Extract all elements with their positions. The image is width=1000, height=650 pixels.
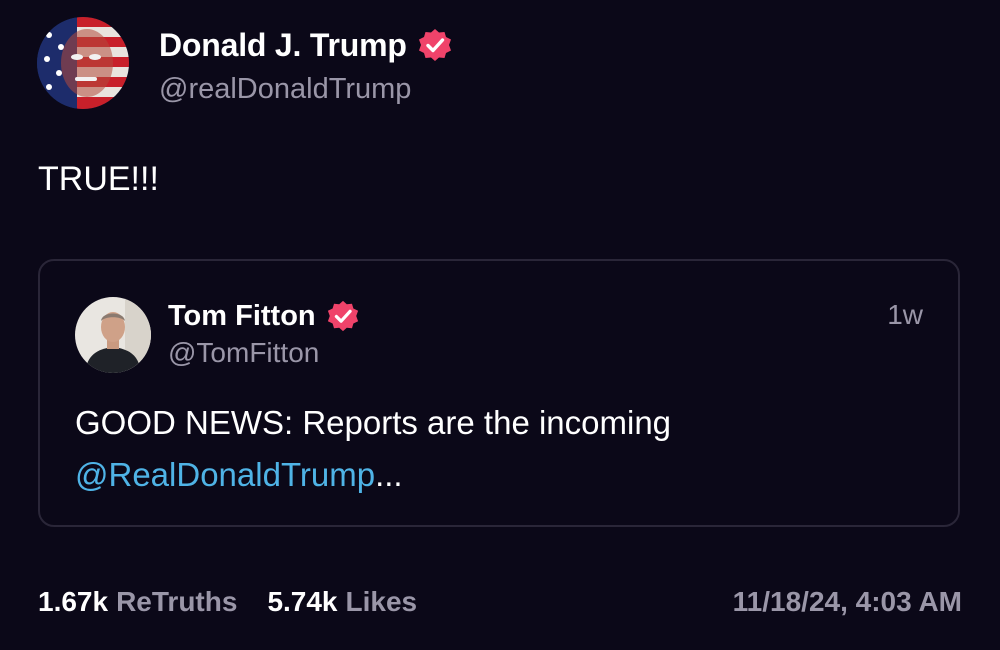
post-footer: 1.67k ReTruths 5.74k Likes 11/18/24, 4:0… [38, 586, 962, 618]
author-name-row: Donald J. Trump [159, 25, 453, 65]
quoted-post-text-start: GOOD NEWS: Reports are the incoming [75, 404, 672, 441]
quoted-author-name-row: Tom Fitton [168, 297, 360, 335]
quoted-author-avatar[interactable] [75, 297, 151, 373]
quoted-post-card[interactable]: Tom Fitton @TomFitton 1w GOOD NEWS: Repo… [38, 259, 960, 527]
quoted-post-time: 1w [887, 299, 923, 330]
quoted-author-handle[interactable]: @TomFitton [168, 337, 360, 369]
quoted-post-header: Tom Fitton @TomFitton [75, 297, 360, 373]
retruths-label: ReTruths [116, 586, 238, 617]
author-display-name[interactable]: Donald J. Trump [159, 27, 407, 64]
retruths-count: 1.67k [38, 586, 109, 617]
author-handle[interactable]: @realDonaldTrump [159, 73, 453, 106]
likes-label: Likes [345, 586, 418, 617]
quoted-post-mention-link[interactable]: @RealDonaldTrump [75, 456, 375, 493]
verified-badge-icon [417, 27, 453, 63]
quoted-post-ellipsis: ... [375, 456, 403, 493]
post-body-text: TRUE!!! [38, 160, 159, 198]
post-header: Donald J. Trump @realDonaldTrump [37, 17, 453, 109]
post-timestamp: 11/18/24, 4:03 AM [732, 586, 962, 617]
quoted-author-info: Tom Fitton @TomFitton [168, 297, 360, 369]
author-avatar[interactable] [37, 17, 129, 109]
likes-count: 5.74k [267, 586, 338, 617]
retruths-stat[interactable]: 1.67k ReTruths [38, 586, 237, 618]
truth-post: Donald J. Trump @realDonaldTrump TRUE!!! [0, 0, 1000, 650]
likes-stat[interactable]: 5.74k Likes [267, 586, 417, 618]
quoted-post-text: GOOD NEWS: Reports are the incoming @Real… [75, 397, 895, 501]
quoted-author-display-name[interactable]: Tom Fitton [168, 300, 316, 333]
verified-badge-icon [326, 299, 360, 333]
author-info: Donald J. Trump @realDonaldTrump [159, 25, 453, 106]
